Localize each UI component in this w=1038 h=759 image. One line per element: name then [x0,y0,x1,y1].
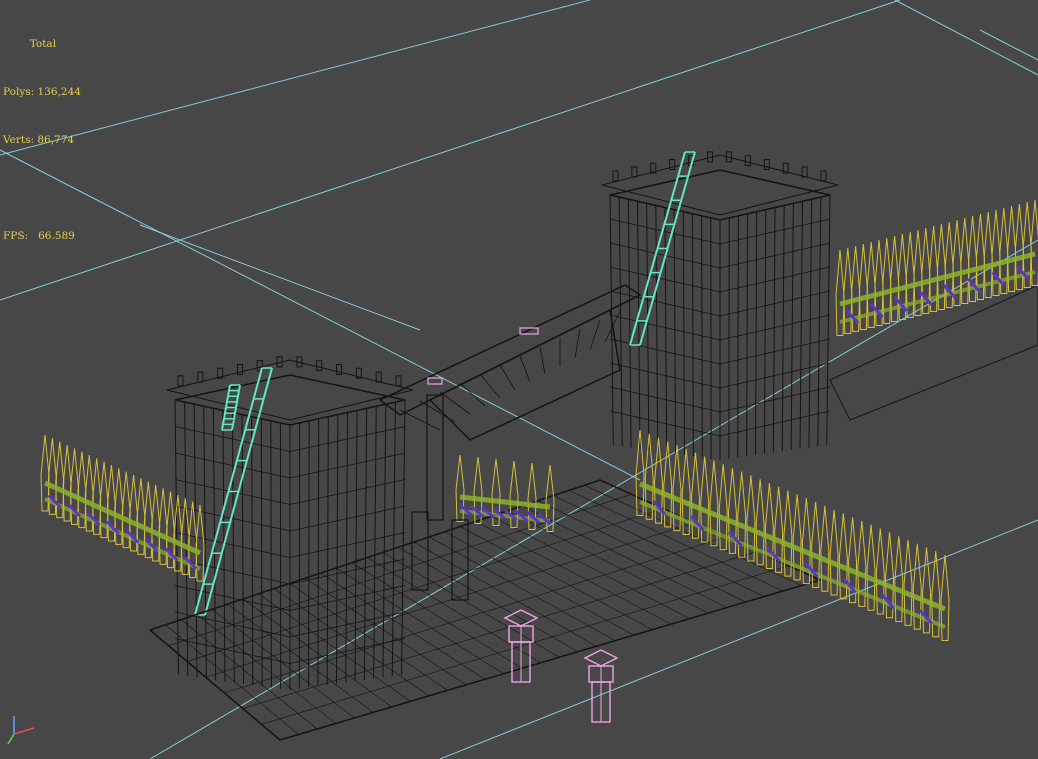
fps-stat: FPS: 66.589 [3,230,75,242]
right-tower [601,151,839,460]
right-ladder [629,151,696,346]
fallen-spikes [455,454,555,532]
stats-header: Total [29,38,57,50]
xyz-axis-tripod-icon [7,716,35,745]
base-platform [148,284,1038,741]
3d-viewport[interactable]: Total Polys: 136,244 Verts: 86,774 FPS: … [0,0,1038,759]
ground-grid [0,0,1038,759]
verts-stat: Verts: 86,774 [3,134,75,146]
viewport-statistics: Total Polys: 136,244 Verts: 86,774 FPS: … [3,4,81,276]
front-palisade [635,429,950,641]
gate-bridge [378,284,642,441]
gate-support-posts [411,394,469,601]
polys-stat: Polys: 136,244 [3,86,81,98]
right-gate-pillar [583,649,619,723]
wireframe-scene[interactable] [0,0,1038,759]
left-palisade [40,434,205,582]
left-tower [166,356,414,690]
rear-palisade [835,199,1038,336]
